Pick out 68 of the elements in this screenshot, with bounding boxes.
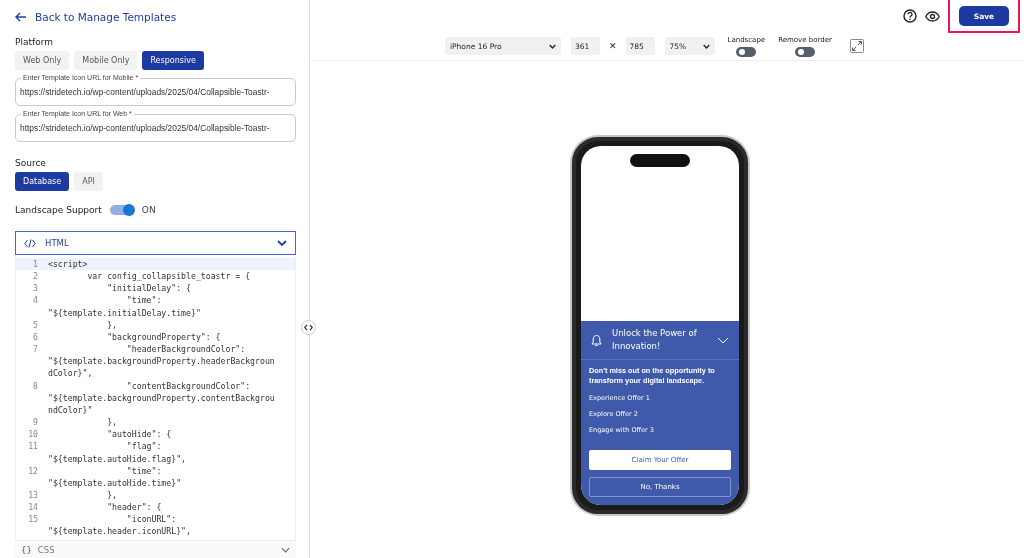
code-line: "flag": xyxy=(125,440,163,453)
chevron-down-icon xyxy=(281,546,290,553)
platform-option[interactable]: Mobile Only xyxy=(74,51,138,70)
code-line: }, xyxy=(106,416,117,429)
toggle-switch[interactable] xyxy=(736,46,757,57)
toggle-label: Landscape Support xyxy=(15,205,102,215)
collapse-handle[interactable] xyxy=(301,320,316,335)
language-dropdown[interactable]: HTML xyxy=(15,231,296,255)
dynamic-island xyxy=(630,154,690,167)
line-number: 15 xyxy=(27,513,39,527)
toast-title: Unlock the Power of Innovation! xyxy=(612,327,698,353)
code-line: var config_collapsible_toastr = { xyxy=(86,270,251,283)
line-number: 6 xyxy=(32,330,39,344)
line-number: 3 xyxy=(32,282,39,295)
back-link[interactable]: Back to Manage Templates xyxy=(15,10,296,24)
times-sign: ✕ xyxy=(609,41,617,51)
back-arrow-icon xyxy=(15,12,27,22)
code-line: "headerBackgroundColor": xyxy=(125,343,247,356)
code-line: }, xyxy=(106,488,117,502)
code-line: "${template.header.iconURL}", xyxy=(48,525,191,538)
eye-icon[interactable] xyxy=(925,10,940,22)
code-line: "backgroundProperty": { xyxy=(106,330,221,344)
code-line: "${template.backgroundProperty.headerBackgroun xyxy=(48,355,275,368)
toggle-state: ON xyxy=(141,205,156,215)
line-number: 7 xyxy=(32,343,39,357)
code-line: "${template.autoHide.time}" xyxy=(48,476,182,489)
code-line: "${template.initialDelay.time}" xyxy=(48,306,201,319)
code-line: <script> xyxy=(48,258,88,271)
code-line: "time": xyxy=(125,294,163,307)
section-label: Platform xyxy=(15,37,54,47)
code-icon xyxy=(24,238,36,248)
line-number: 10 xyxy=(27,428,39,441)
chevron-down-icon xyxy=(702,43,710,49)
line-number: 4 xyxy=(32,294,39,308)
expand-icon[interactable] xyxy=(849,39,864,53)
line-number: 5 xyxy=(32,318,39,331)
line-number: 8 xyxy=(32,379,39,393)
code-line: "iconURL": xyxy=(125,513,178,526)
css-panel-header[interactable]: {} CSS xyxy=(15,540,296,558)
code-line: }, xyxy=(106,318,117,331)
toggle-switch[interactable] xyxy=(109,205,134,215)
code-line: "${template.autoHide.flag}", xyxy=(48,452,187,465)
section-label: Source xyxy=(15,158,47,168)
line-number: 13 xyxy=(27,488,39,502)
code-line: ndColor}" xyxy=(48,403,94,417)
code-line: "initialDelay": { xyxy=(106,282,191,295)
line-number: 1 xyxy=(32,258,39,271)
line-number: 14 xyxy=(27,501,39,514)
platform-option[interactable]: Responsive xyxy=(142,51,204,70)
bell-icon xyxy=(591,333,602,347)
help-icon[interactable] xyxy=(903,9,917,23)
source-option[interactable]: Database xyxy=(15,172,70,191)
code-line: "${template.backgroundProperty.contentBackgrou xyxy=(48,391,275,404)
chevron-down-icon xyxy=(549,43,556,49)
line-number: 12 xyxy=(27,464,39,478)
code-line: "autoHide": { xyxy=(106,428,172,441)
toggle-switch[interactable] xyxy=(795,46,816,57)
line-number: 2 xyxy=(32,270,39,283)
source-option[interactable]: API xyxy=(74,172,103,191)
chevron-down-icon[interactable] xyxy=(717,336,729,344)
chevron-down-icon xyxy=(277,240,287,246)
line-number: 9 xyxy=(32,416,39,429)
code-line: dColor}", xyxy=(48,367,94,380)
platform-option[interactable]: Web Only xyxy=(15,51,70,70)
code-line: "header": { xyxy=(106,501,162,514)
line-number: 11 xyxy=(27,440,39,454)
code-line: "time": xyxy=(125,464,163,477)
code-line: "contentBackgroundColor": xyxy=(125,379,252,392)
